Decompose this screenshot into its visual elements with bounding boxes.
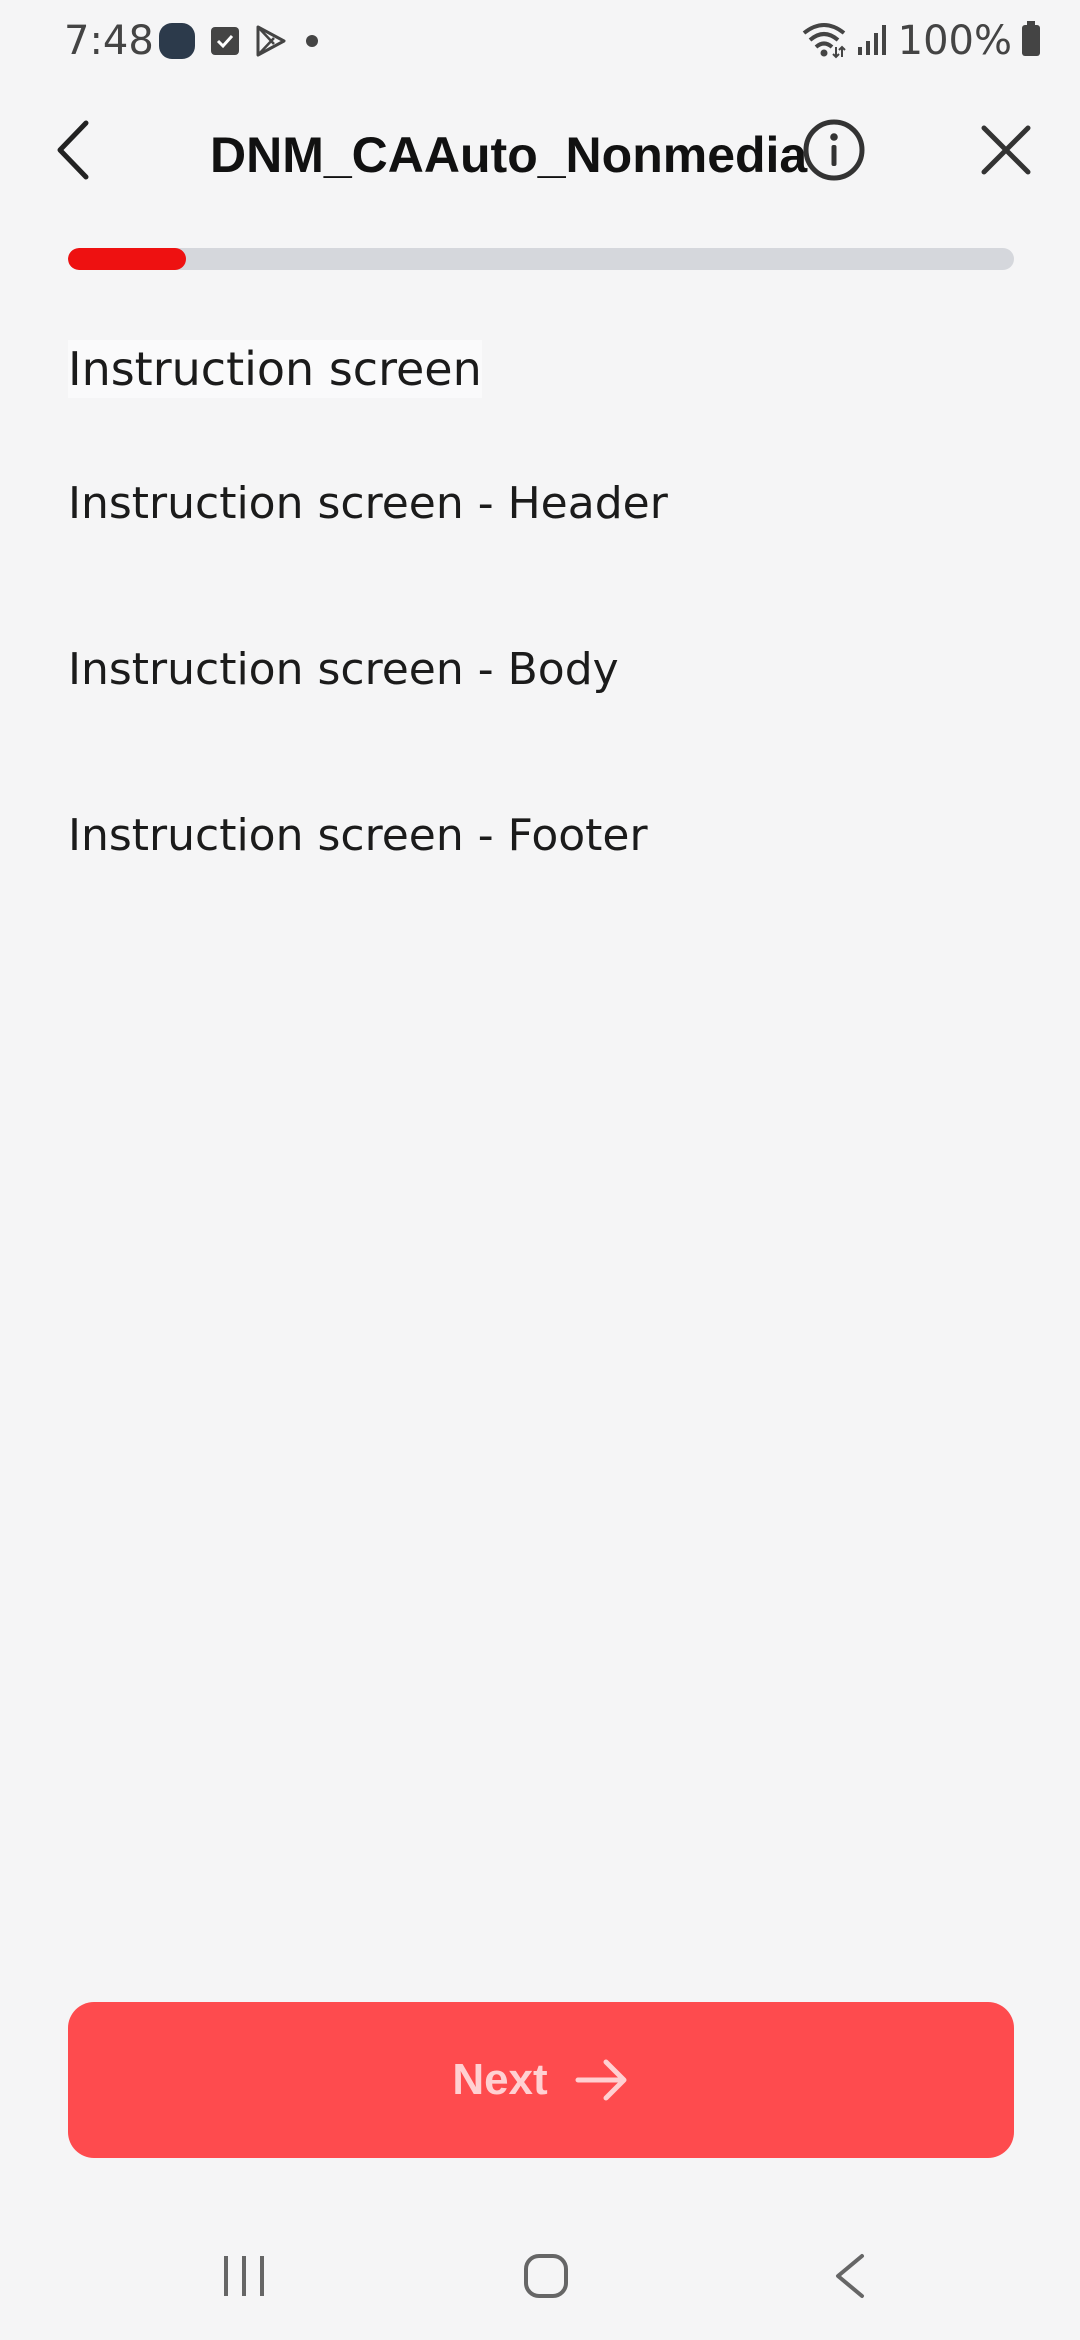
next-label: Next <box>452 2055 548 2104</box>
page-title: DNM_CAAuto_Nonmedia <box>210 127 808 183</box>
play-store-icon <box>254 24 288 63</box>
home-icon <box>524 2254 568 2298</box>
section-title: Instruction screen <box>68 340 482 398</box>
back-icon <box>836 2254 864 2298</box>
status-icons-right: 100% <box>800 18 1042 64</box>
header-bar: DNM_CAAuto_Nonmedia <box>0 100 1080 200</box>
arrow-right-icon <box>575 2059 627 2101</box>
system-nav-bar <box>0 2230 1080 2340</box>
recent-apps-icon <box>224 2256 264 2296</box>
instruction-item-footer: Instruction screen - Footer <box>68 810 648 861</box>
chevron-left-icon <box>57 120 89 180</box>
battery-level: 100% <box>897 18 1012 64</box>
info-icon <box>803 119 865 181</box>
recent-apps-button[interactable] <box>220 2252 268 2305</box>
signal-icon <box>856 21 890 62</box>
nav-back-button[interactable] <box>830 2252 868 2305</box>
close-icon <box>981 125 1031 175</box>
battery-icon <box>1020 20 1042 63</box>
instruction-content: Instruction screen Instruction screen - … <box>68 340 1020 861</box>
progress-fill <box>68 248 187 270</box>
instruction-item-header: Instruction screen - Header <box>68 478 668 529</box>
wifi-icon <box>800 19 848 64</box>
status-icons-left <box>158 22 322 65</box>
next-button[interactable]: Next <box>68 2002 1014 2158</box>
checkbox-icon <box>210 26 240 61</box>
status-time: 7:48 <box>64 18 154 64</box>
app-icon <box>158 22 196 65</box>
dot-icon <box>302 31 322 56</box>
status-bar: 7:48 100% <box>0 0 1080 84</box>
info-button[interactable] <box>802 118 866 182</box>
back-button[interactable] <box>46 116 102 184</box>
close-button[interactable] <box>976 120 1036 180</box>
instruction-item-body: Instruction screen - Body <box>68 644 619 695</box>
progress-bar <box>68 248 1014 270</box>
home-button[interactable] <box>522 2252 570 2305</box>
